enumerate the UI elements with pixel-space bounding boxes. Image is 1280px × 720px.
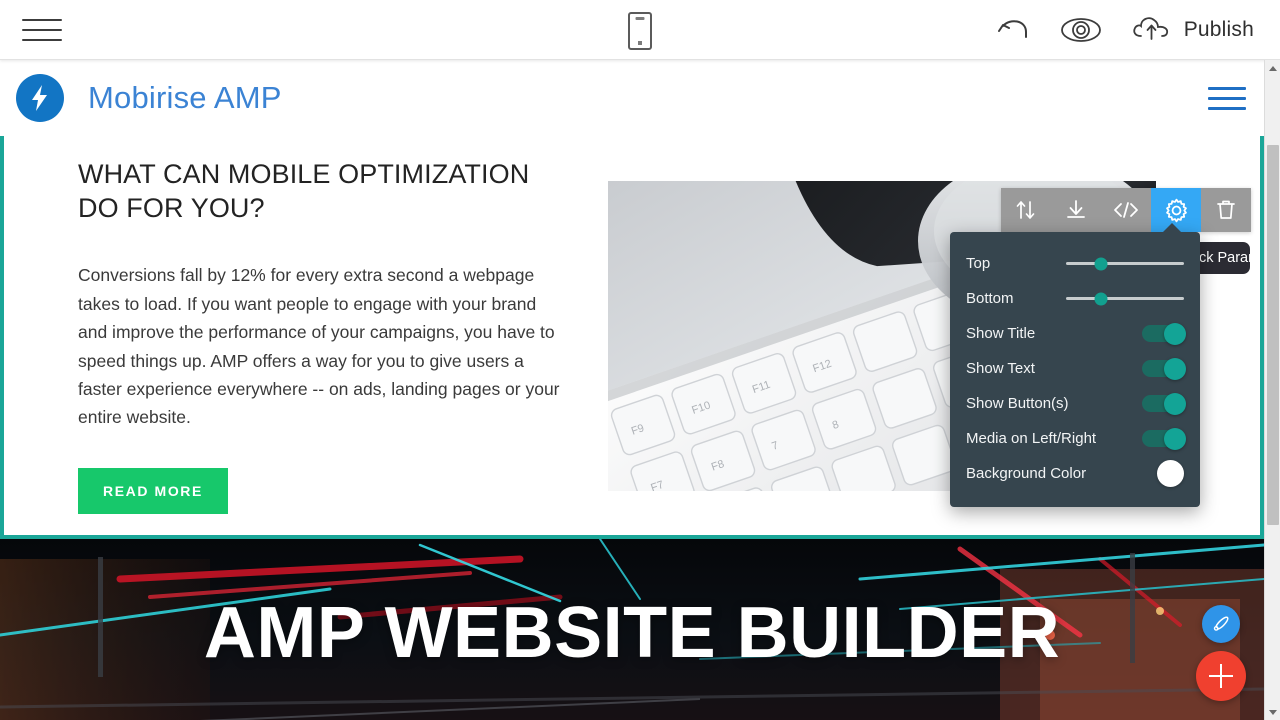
hero-block[interactable]: AMP WEBSITE BUILDER xyxy=(0,539,1264,720)
setting-label-media-side: Media on Left/Right xyxy=(966,430,1097,447)
scroll-down-arrow-icon[interactable] xyxy=(1265,704,1280,720)
block-text-column: WHAT CAN MOBILE OPTIMIZATION DO FOR YOU?… xyxy=(4,157,604,514)
download-block-icon[interactable] xyxy=(1051,188,1101,232)
eye-preview-icon[interactable] xyxy=(1060,16,1102,44)
show-buttons-toggle[interactable] xyxy=(1142,392,1186,415)
setting-row-top: Top xyxy=(950,246,1200,281)
hamburger-menu-icon[interactable] xyxy=(22,14,62,46)
block-title[interactable]: WHAT CAN MOBILE OPTIMIZATION DO FOR YOU? xyxy=(78,157,564,225)
edit-code-icon[interactable] xyxy=(1101,188,1151,232)
hero-title[interactable]: AMP WEBSITE BUILDER xyxy=(0,595,1264,672)
block-body-text[interactable]: Conversions fall by 12% for every extra … xyxy=(78,261,564,431)
show-text-toggle[interactable] xyxy=(1142,357,1186,380)
plus-add-block-icon[interactable] xyxy=(1196,651,1246,701)
top-padding-slider[interactable] xyxy=(1066,257,1184,270)
delete-block-icon[interactable] xyxy=(1201,188,1251,232)
cloud-upload-icon xyxy=(1130,12,1174,49)
pen-style-editor-icon[interactable] xyxy=(1202,605,1240,643)
scroll-up-arrow-icon[interactable] xyxy=(1265,60,1280,76)
setting-label-show-title: Show Title xyxy=(966,325,1036,342)
read-more-button[interactable]: READ MORE xyxy=(78,467,228,514)
app-bar-actions: Publish xyxy=(996,0,1254,60)
setting-label-show-text: Show Text xyxy=(966,360,1035,377)
site-navbar: Mobirise AMP xyxy=(0,60,1264,136)
slider-knob[interactable] xyxy=(1094,292,1108,305)
setting-label-show-buttons: Show Button(s) xyxy=(966,395,1069,412)
setting-row-media-side: Media on Left/Right xyxy=(950,421,1200,456)
publish-button[interactable]: Publish xyxy=(1130,12,1254,49)
site-brand-title: Mobirise AMP xyxy=(88,80,282,115)
setting-row-show-title: Show Title xyxy=(950,316,1200,351)
background-color-swatch[interactable] xyxy=(1157,460,1184,487)
page-canvas: Mobirise AMP WHAT CAN MOBILE OPTIMIZATIO… xyxy=(0,60,1264,720)
scrollbar-thumb[interactable] xyxy=(1267,145,1279,525)
setting-row-show-buttons: Show Button(s) xyxy=(950,386,1200,421)
setting-label-top: Top xyxy=(966,255,991,272)
setting-row-bottom: Bottom xyxy=(950,281,1200,316)
setting-label-bottom: Bottom xyxy=(966,290,1014,307)
block-toolbar xyxy=(1001,188,1251,232)
lightning-bolt-logo-icon[interactable] xyxy=(16,74,64,122)
site-hamburger-menu-icon[interactable] xyxy=(1208,85,1246,111)
mobile-device-preview-icon[interactable] xyxy=(628,12,652,50)
show-title-toggle[interactable] xyxy=(1142,322,1186,345)
setting-row-background-color: Background Color xyxy=(950,456,1200,491)
setting-row-show-text: Show Text xyxy=(950,351,1200,386)
publish-label: Publish xyxy=(1183,18,1254,41)
bottom-padding-slider[interactable] xyxy=(1066,292,1184,305)
block-parameters-panel: Top Bottom Show Title Show Text Show But… xyxy=(950,223,1200,507)
slider-knob[interactable] xyxy=(1094,257,1108,270)
undo-arrow-icon[interactable] xyxy=(996,15,1032,45)
move-block-icon[interactable] xyxy=(1001,188,1051,232)
media-on-left-right-toggle[interactable] xyxy=(1142,427,1186,450)
app-top-bar: Publish xyxy=(0,0,1280,60)
setting-label-background-color: Background Color xyxy=(966,465,1087,482)
vertical-scrollbar[interactable] xyxy=(1264,60,1280,720)
